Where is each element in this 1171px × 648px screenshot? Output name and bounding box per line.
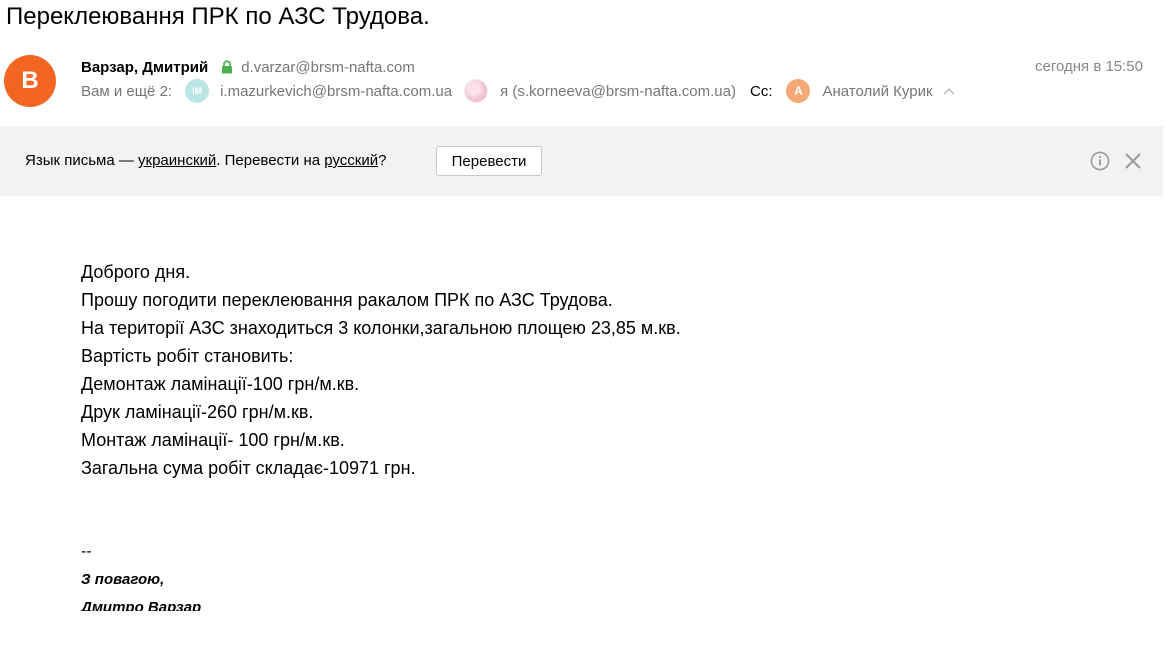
body-line: Вартість робіт становить: <box>81 346 294 366</box>
email-date: сегодня в 15:50 <box>1035 58 1143 75</box>
recipients-line: Вам и ещё 2: IM i.mazurkevich@brsm-nafta… <box>81 78 955 104</box>
translate-bar: Язык письма — украинский. Перевести на р… <box>0 126 1163 196</box>
cc-avatar[interactable]: А <box>786 79 811 103</box>
recipient-self[interactable]: я (s.korneeva@brsm-nafta.com.ua) <box>500 83 736 100</box>
body-line: На території АЗС знаходиться 3 колонки,з… <box>81 318 681 338</box>
body-line: Загальна сума робіт складає-10971 грн. <box>81 458 416 478</box>
info-icon[interactable] <box>1090 151 1110 171</box>
lock-icon <box>222 60 233 74</box>
recipients-prefix: Вам и ещё 2: <box>81 82 173 100</box>
translate-middle: . Перевести на <box>216 152 325 169</box>
translate-message: Язык письма — украинский. Перевести на р… <box>25 152 386 169</box>
recipient-email[interactable]: i.mazurkevich@brsm-nafta.com.ua <box>220 83 452 100</box>
from-line: Варзар, Дмитрий d.varzar@brsm-nafta.com <box>81 58 415 76</box>
signature-separator: -- <box>81 543 92 560</box>
signature-line: З повагою, <box>81 571 165 588</box>
sender-email[interactable]: d.varzar@brsm-nafta.com <box>241 59 415 76</box>
close-icon[interactable] <box>1124 152 1142 170</box>
body-line: Демонтаж ламінації-100 грн/м.кв. <box>81 374 360 394</box>
body-line: Прошу погодити переклеювання ракалом ПРК… <box>81 290 613 310</box>
body-line: Монтаж ламінації- 100 грн/м.кв. <box>81 430 345 450</box>
sender-avatar[interactable]: B <box>4 55 56 107</box>
email-body: Доброго дня. Прошу погодити переклеюванн… <box>81 258 681 482</box>
viewport-clip <box>0 611 1171 648</box>
body-line: Доброго дня. <box>81 262 191 282</box>
chevron-up-icon[interactable] <box>943 87 955 95</box>
body-line: Друк ламінації-260 грн/м.кв. <box>81 402 314 422</box>
translate-suffix: ? <box>378 152 387 169</box>
recipient-avatar-photo[interactable] <box>464 79 489 103</box>
cc-recipient[interactable]: Анатолий Курик <box>822 83 932 100</box>
sender-name[interactable]: Варзар, Дмитрий <box>81 59 208 76</box>
translate-button[interactable]: Перевести <box>436 146 542 176</box>
cc-label: Cc: <box>749 82 773 100</box>
source-language-link[interactable]: украинский <box>138 152 216 169</box>
recipient-avatar[interactable]: IM <box>185 79 210 103</box>
email-subject: Переклеювання ПРК по АЗС Трудова. <box>6 3 430 30</box>
translate-prefix: Язык письма — <box>25 152 139 169</box>
target-language-link[interactable]: русский <box>324 152 378 169</box>
